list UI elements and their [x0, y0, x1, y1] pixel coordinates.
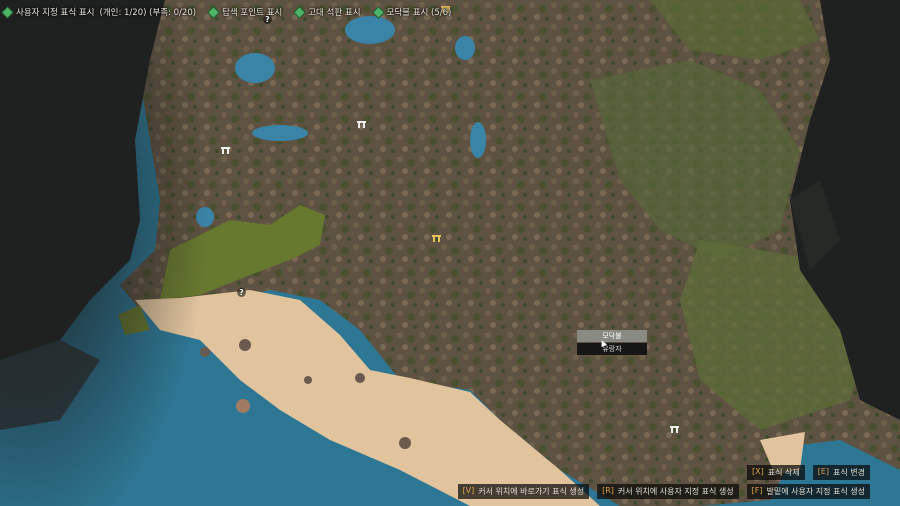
key-label: [F]	[751, 486, 763, 495]
green-diamond-icon	[208, 7, 219, 17]
ancient-tablet-marker[interactable]	[670, 426, 679, 433]
filter-label: 모닥불 표시 (5/6)	[386, 8, 452, 18]
ancient-tablet-marker[interactable]	[357, 121, 366, 128]
delete-marker-hint[interactable]: [X] 표식 삭제	[747, 465, 805, 480]
key-label: [E]	[817, 467, 830, 476]
ancient-tablet-marker[interactable]	[221, 147, 230, 154]
keybind-hints: [X] 표식 삭제 [E] 표식 변경 [V] 커서 위치에 바로가기 표식 생…	[457, 465, 870, 499]
filter-label: 탐색 포인트 표시	[222, 8, 283, 18]
green-diamond-icon	[2, 7, 13, 17]
change-marker-hint[interactable]: [E] 표식 변경	[812, 465, 870, 480]
custom-marker-cursor-hint[interactable]: [R] 커서 위치에 사용자 지정 표식 생성	[597, 484, 739, 499]
hint-text: 표식 삭제	[767, 468, 800, 477]
filter-ancient-tablets[interactable]: 고대 석판 표시	[294, 6, 361, 18]
shortcut-marker-hint[interactable]: [V] 커서 위치에 바로가기 표식 생성	[457, 484, 590, 499]
hint-text: 커서 위치에 사용자 지정 표식 생성	[617, 487, 734, 496]
filter-custom-markers[interactable]: 사용자 지정 표식 표시 (개인: 1/20) (부족: 0/20)	[2, 6, 197, 18]
hint-text: 발밑에 사용자 지정 표식 생성	[766, 487, 866, 496]
key-label: [X]	[752, 467, 764, 476]
marker-tooltip: 모닥불 유랑자	[577, 330, 647, 355]
custom-marker-feet-hint[interactable]: [F] 발밑에 사용자 지정 표식 생성	[746, 484, 870, 499]
key-label: [R]	[602, 486, 614, 495]
filter-label: 고대 석판 표시	[308, 8, 361, 18]
filter-label: 사용자 지정 표식 표시	[16, 8, 95, 18]
green-diamond-icon	[373, 7, 383, 17]
key-label: [V]	[462, 486, 475, 495]
map-filter-bar: 사용자 지정 표식 표시 (개인: 1/20) (부족: 0/20) 탐색 포인…	[0, 0, 451, 24]
filter-bonfires[interactable]: 모닥불 표시 (5/6)	[373, 6, 452, 18]
filter-detail: (개인: 1/20) (부족: 0/20)	[99, 8, 197, 18]
bonfire-marker[interactable]	[432, 235, 441, 242]
tooltip-wanderer-label[interactable]: 유랑자	[577, 343, 647, 355]
filter-exploration-points[interactable]: 탐색 포인트 표시	[208, 6, 283, 18]
hint-text: 커서 위치에 바로가기 표식 생성	[478, 487, 585, 496]
question-marker-icon[interactable]: ?	[237, 288, 246, 297]
world-map[interactable]: ? ? 모닥불 유랑자	[0, 0, 900, 506]
hint-text: 표식 변경	[833, 468, 865, 477]
tooltip-bonfire-label[interactable]: 모닥불	[577, 330, 647, 342]
green-diamond-icon	[294, 7, 305, 17]
